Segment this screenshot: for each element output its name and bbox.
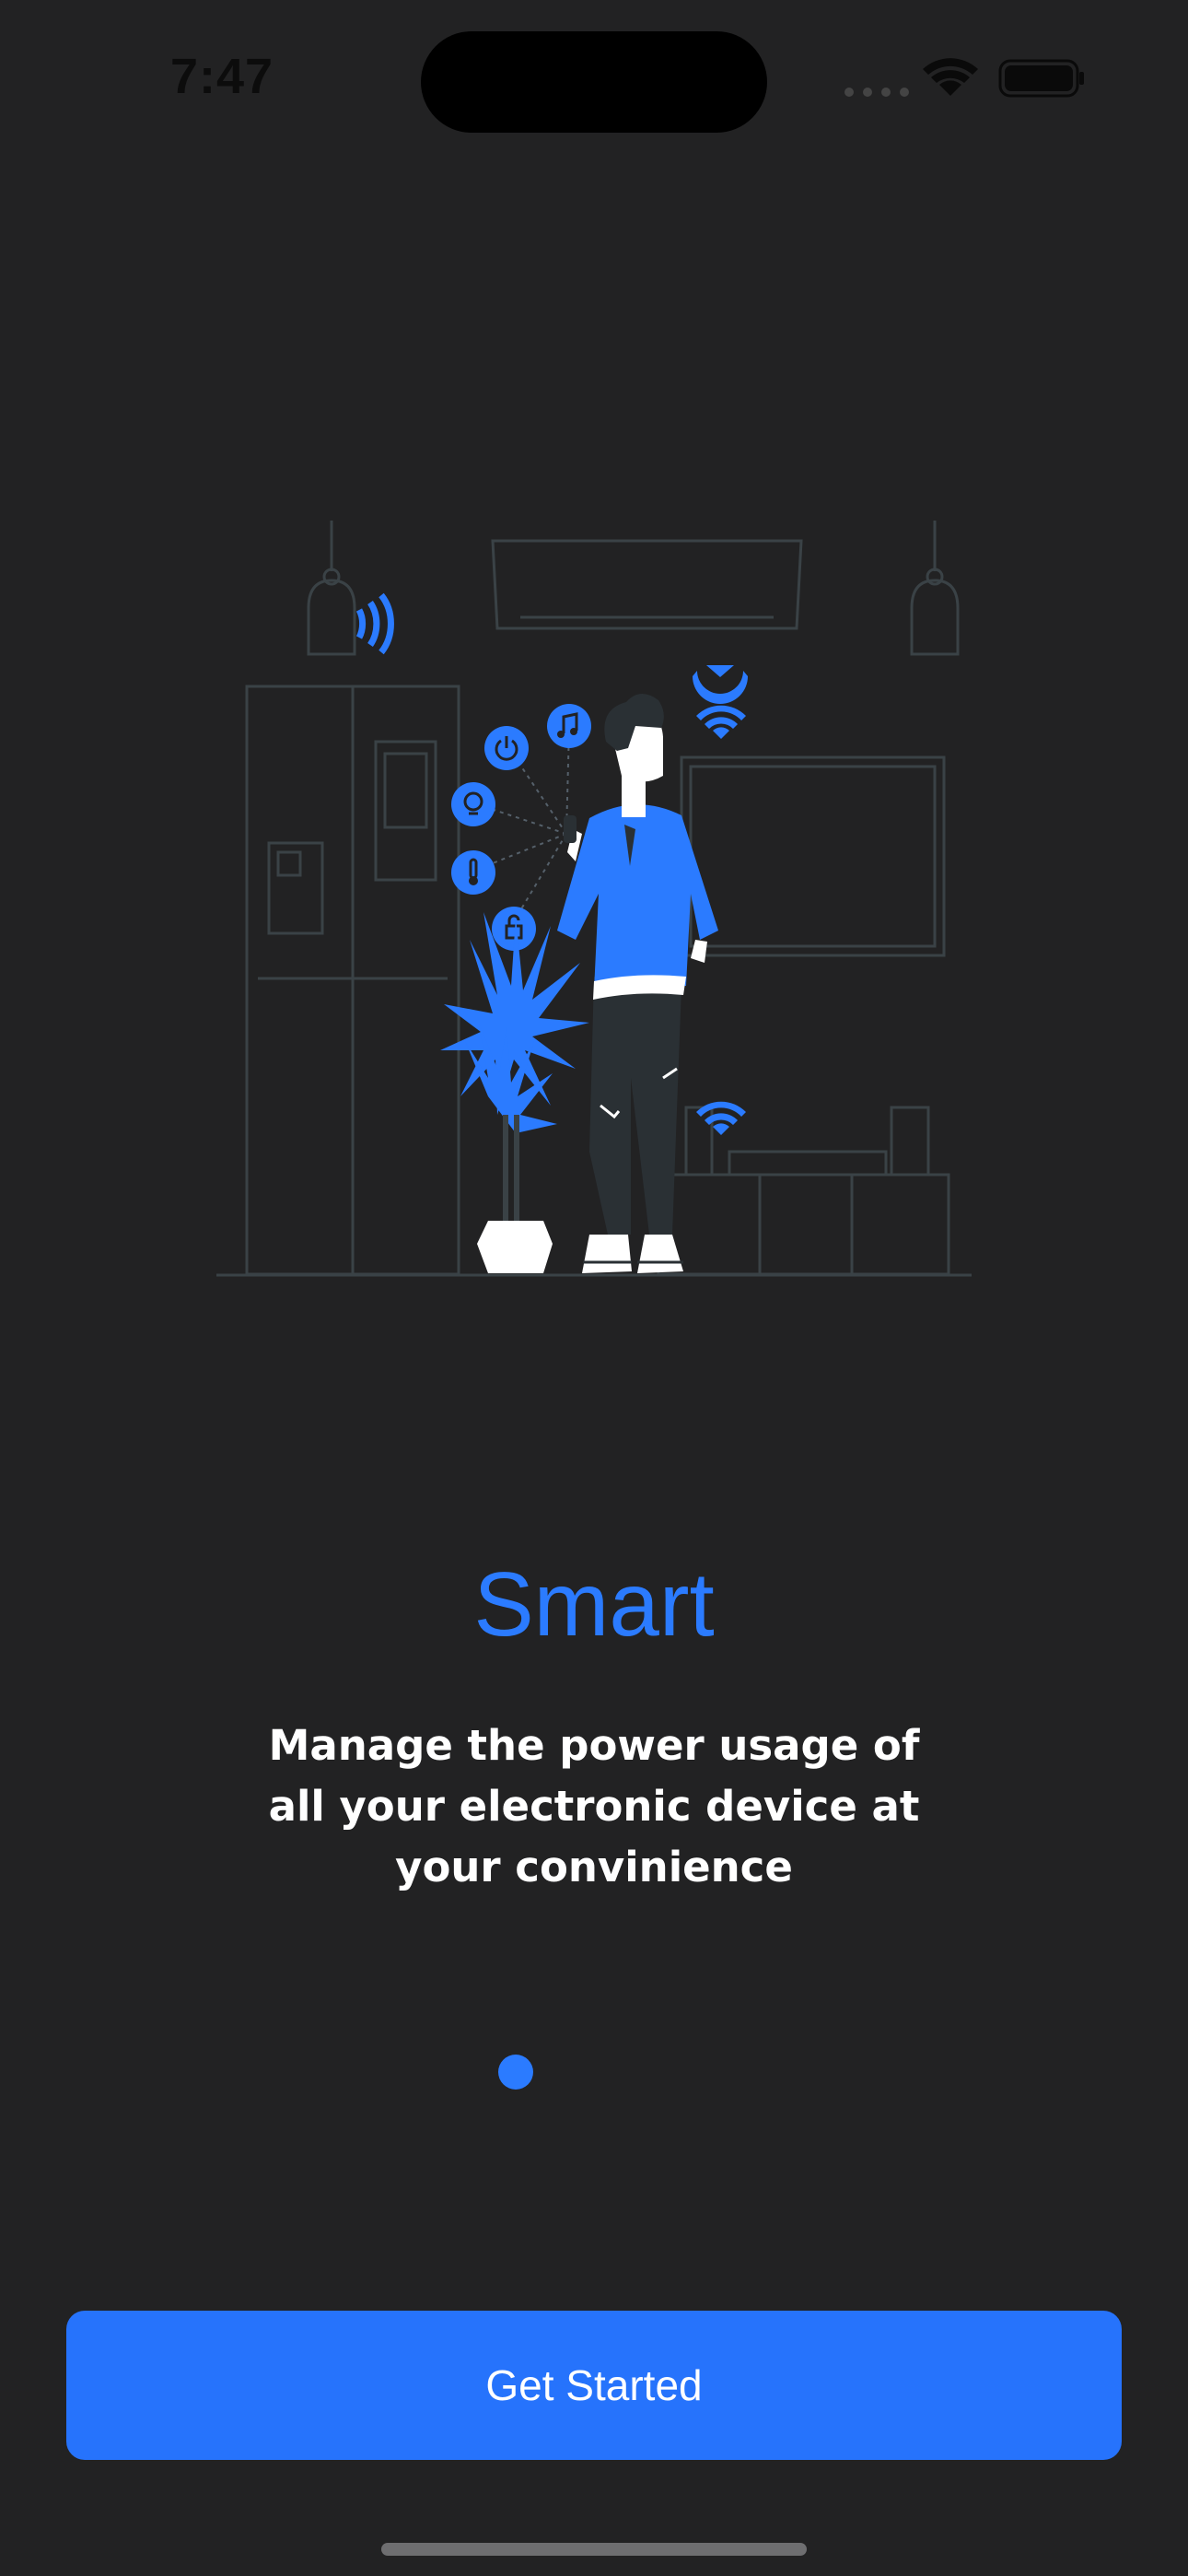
dynamic-island [421, 31, 767, 133]
power-icon [484, 726, 529, 770]
wifi-icon [923, 58, 978, 96]
status-icons [844, 58, 1084, 98]
person-illustration [557, 693, 718, 1273]
status-time: 7:47 [170, 49, 274, 104]
page-indicator-dot [498, 2055, 533, 2090]
thermometer-icon [451, 850, 495, 895]
status-bar: 7:47 [0, 0, 1188, 157]
get-started-button[interactable]: Get Started [66, 2311, 1122, 2460]
person-smart-home-illustration [216, 521, 972, 1277]
lock-icon [492, 907, 536, 951]
onboarding-title: Smart [473, 1553, 715, 1655]
plant-illustration [440, 912, 589, 1273]
music-icon [547, 704, 591, 748]
onboarding-description: Manage the power usage of all your elect… [268, 1721, 920, 1891]
battery-icon [998, 59, 1084, 98]
cellular-signal-icon [844, 88, 909, 97]
lightbulb-icon [451, 782, 495, 826]
home-indicator [381, 2543, 807, 2556]
